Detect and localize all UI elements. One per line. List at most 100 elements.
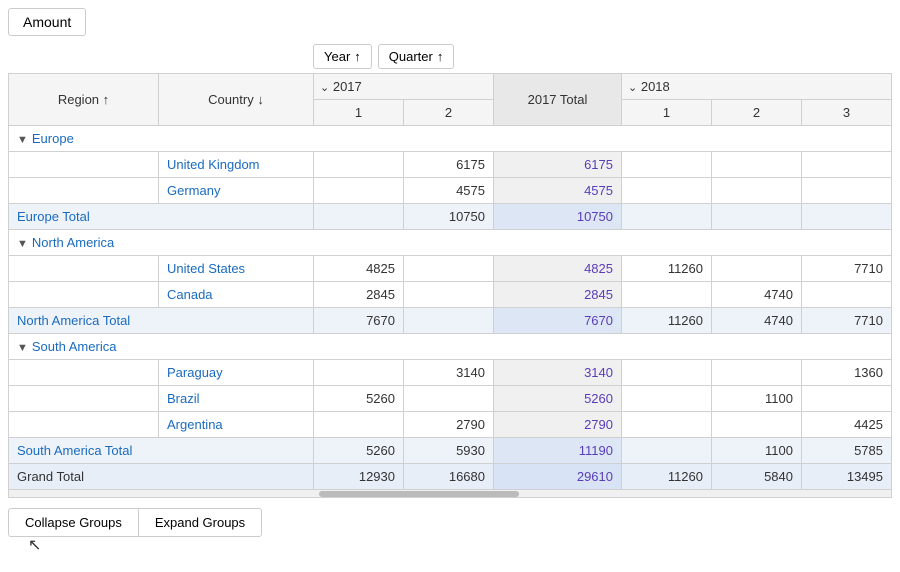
pivot-table: Region ↑ Country ↓ ⌄ 2017 2017 Total ⌄ 2… — [8, 73, 892, 490]
expand-groups-button[interactable]: Expand Groups — [138, 508, 262, 537]
data-cell: 4425 — [802, 412, 892, 438]
data-cell — [622, 282, 712, 308]
q2018-2-header: 2 — [712, 100, 802, 126]
data-cell — [622, 386, 712, 412]
country-cell: Paraguay — [159, 360, 314, 386]
total-cell — [314, 204, 404, 230]
region-row-label[interactable]: ▼North America — [9, 230, 892, 256]
data-cell — [802, 282, 892, 308]
data-cell: 1360 — [802, 360, 892, 386]
data-2017-total-cell: 3140 — [494, 360, 622, 386]
total-label: North America Total — [9, 308, 314, 334]
total-cell: 5930 — [404, 438, 494, 464]
table-row: Brazil526052601100 — [9, 386, 892, 412]
total-cell: 7710 — [802, 308, 892, 334]
data-cell — [712, 256, 802, 282]
year-2017-header[interactable]: ⌄ 2017 — [314, 74, 494, 100]
total-2017-total-cell: 10750 — [494, 204, 622, 230]
total-row: North America Total767076701126047407710 — [9, 308, 892, 334]
total-cell — [404, 308, 494, 334]
year-sort-button[interactable]: Year ↑ — [313, 44, 372, 69]
amount-button[interactable]: Amount — [8, 8, 86, 36]
expand-arrow: ▼ — [17, 134, 28, 146]
country-cell: Germany — [159, 178, 314, 204]
data-cell — [314, 178, 404, 204]
year-label: Year — [324, 49, 350, 64]
data-cell — [622, 360, 712, 386]
data-cell — [802, 152, 892, 178]
grand-total-cell: 11260 — [622, 464, 712, 490]
scroll-thumb[interactable] — [319, 491, 519, 497]
total-cell — [622, 438, 712, 464]
region-name: North America — [32, 235, 114, 250]
total-2017-total-cell: 11190 — [494, 438, 622, 464]
data-2017-total-cell: 2845 — [494, 282, 622, 308]
data-cell — [404, 386, 494, 412]
q2017-2-header: 2 — [404, 100, 494, 126]
country-header[interactable]: Country ↓ — [159, 74, 314, 126]
country-cell: United Kingdom — [159, 152, 314, 178]
grand-total-cell: 16680 — [404, 464, 494, 490]
table-row: ▼North America — [9, 230, 892, 256]
data-cell: 2845 — [314, 282, 404, 308]
cursor-icon: ↖ — [28, 535, 41, 555]
country-cell: Canada — [159, 282, 314, 308]
total-cell: 5260 — [314, 438, 404, 464]
region-row-label[interactable]: ▼ South America — [9, 334, 892, 360]
table-row: United Kingdom 61756175 — [9, 152, 892, 178]
table-row: United States48254825112607710 — [9, 256, 892, 282]
horizontal-scrollbar[interactable] — [8, 490, 892, 498]
data-cell: 2790 — [404, 412, 494, 438]
total-cell — [622, 204, 712, 230]
data-cell — [622, 152, 712, 178]
data-2017-total-cell: 4825 — [494, 256, 622, 282]
total-cell: 11260 — [622, 308, 712, 334]
q2017-1-header: 1 — [314, 100, 404, 126]
data-2017-total-cell: 4575 — [494, 178, 622, 204]
total-label: Europe Total — [9, 204, 314, 230]
table-row: ▼Europe — [9, 126, 892, 152]
data-2017-total-cell: 5260 — [494, 386, 622, 412]
region-row-label[interactable]: ▼Europe — [9, 126, 892, 152]
year-2017-total-header: 2017 Total — [494, 74, 622, 126]
grand-total-row: Grand Total12930166802961011260584013495 — [9, 464, 892, 490]
total-cell: 4740 — [712, 308, 802, 334]
data-cell: 3140 — [404, 360, 494, 386]
data-cell — [622, 412, 712, 438]
data-cell: 11260 — [622, 256, 712, 282]
q2018-3-header: 3 — [802, 100, 892, 126]
data-cell: 4575 — [404, 178, 494, 204]
year-2018-header[interactable]: ⌄ 2018 — [622, 74, 892, 100]
data-2017-total-cell: 6175 — [494, 152, 622, 178]
expand-arrow: ▼ — [17, 342, 28, 354]
table-row: Germany 45754575 — [9, 178, 892, 204]
data-2017-total-cell: 2790 — [494, 412, 622, 438]
table-row: Paraguay 31403140 1360 — [9, 360, 892, 386]
grand-total-cell: 12930 — [314, 464, 404, 490]
data-cell: 6175 — [404, 152, 494, 178]
data-cell — [712, 178, 802, 204]
data-cell — [802, 178, 892, 204]
year-sort-arrow: ↑ — [354, 49, 361, 64]
data-cell: 5260 — [314, 386, 404, 412]
data-cell — [712, 412, 802, 438]
region-name: South America — [32, 339, 117, 354]
region-cell — [9, 282, 159, 308]
data-cell — [622, 178, 712, 204]
data-cell — [314, 152, 404, 178]
quarter-sort-button[interactable]: Quarter ↑ — [378, 44, 455, 69]
country-cell: United States — [159, 256, 314, 282]
data-cell — [314, 412, 404, 438]
region-header[interactable]: Region ↑ — [9, 74, 159, 126]
collapse-groups-button[interactable]: Collapse Groups — [8, 508, 139, 537]
grand-total-label: Grand Total — [9, 464, 314, 490]
region-cell — [9, 152, 159, 178]
data-cell: 1100 — [712, 386, 802, 412]
q2018-1-header: 1 — [622, 100, 712, 126]
total-cell: 7670 — [314, 308, 404, 334]
data-cell — [314, 360, 404, 386]
data-cell — [802, 386, 892, 412]
total-cell: 10750 — [404, 204, 494, 230]
total-row: Europe Total 1075010750 — [9, 204, 892, 230]
grand-total-cell: 13495 — [802, 464, 892, 490]
